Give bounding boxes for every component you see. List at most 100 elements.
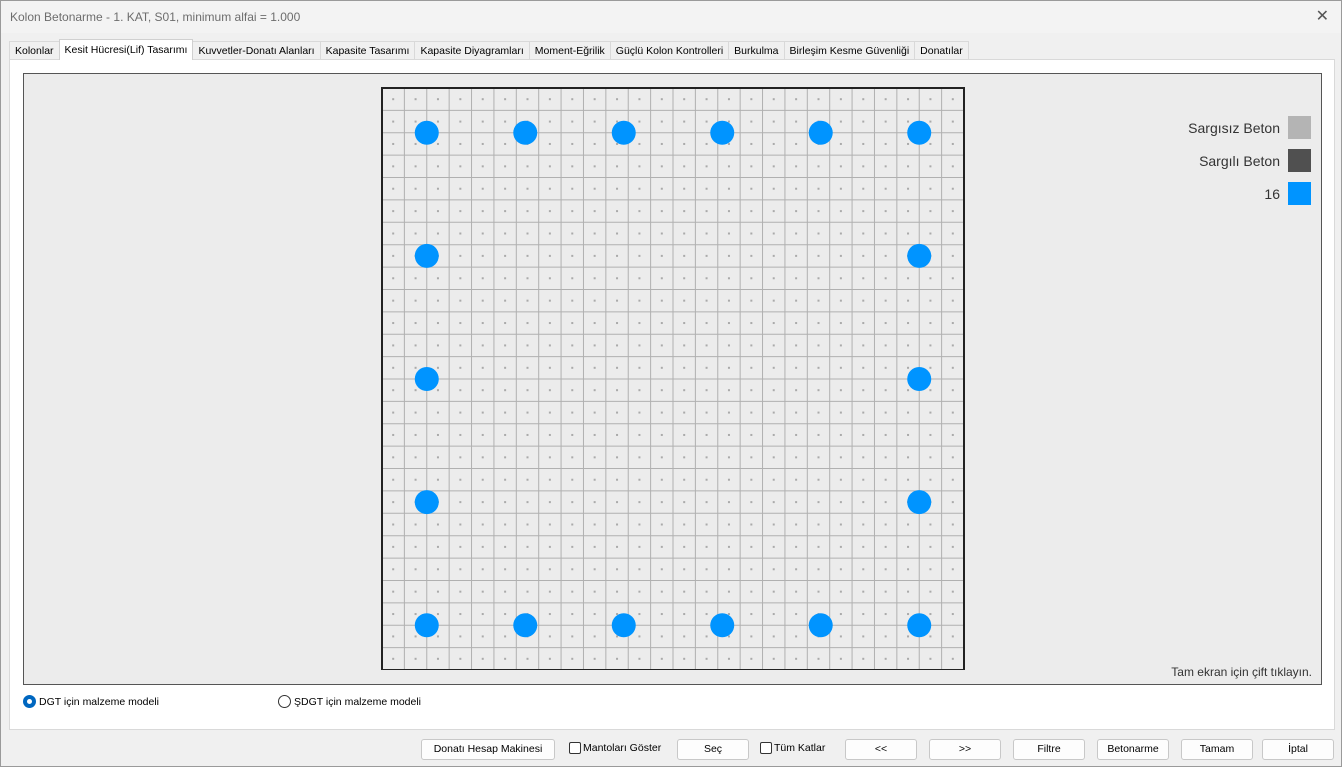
fiber-point xyxy=(660,187,663,190)
fiber-point xyxy=(839,344,842,347)
fiber-point xyxy=(616,478,619,481)
fiber-point xyxy=(839,433,842,436)
fiber-point xyxy=(459,98,462,101)
fiber-point xyxy=(548,187,551,190)
fiber-point xyxy=(571,366,574,369)
fiber-point xyxy=(548,142,551,145)
fiber-point xyxy=(772,411,775,414)
fiber-point xyxy=(548,411,551,414)
fiber-point xyxy=(884,501,887,504)
tab-item[interactable]: Burkulma xyxy=(728,41,785,60)
fiber-point xyxy=(526,344,529,347)
fiber-point xyxy=(817,545,820,548)
close-icon[interactable]: ✕ xyxy=(1316,6,1329,26)
tab-item[interactable]: Güçlü Kolon Kontrolleri xyxy=(609,41,730,60)
all-floors-checkbox[interactable]: Tüm Katlar xyxy=(760,742,825,754)
fiber-point xyxy=(436,613,439,616)
fiber-point xyxy=(414,411,417,414)
fiber-point xyxy=(750,411,753,414)
rebar xyxy=(611,120,636,145)
fiber-point xyxy=(526,254,529,257)
fiber-point xyxy=(683,366,686,369)
fiber-point xyxy=(392,456,395,459)
fiber-point xyxy=(436,142,439,145)
fiber-point xyxy=(616,254,619,257)
fiber-point xyxy=(862,299,865,302)
next-button[interactable]: >> xyxy=(929,739,1001,760)
ok-button[interactable]: Tamam xyxy=(1181,739,1253,760)
radio-button[interactable] xyxy=(278,695,291,708)
rebar xyxy=(808,120,833,145)
checkbox[interactable] xyxy=(569,742,581,754)
fiber-point xyxy=(436,210,439,213)
fiber-point xyxy=(951,366,954,369)
select-button[interactable]: Seç xyxy=(677,739,749,760)
fiber-point xyxy=(862,478,865,481)
show-jackets-checkbox[interactable]: Mantoları Göster xyxy=(569,742,661,754)
fiber-point xyxy=(727,322,730,325)
fiber-point xyxy=(817,568,820,571)
fiber-point xyxy=(817,277,820,280)
fiber-point xyxy=(571,277,574,280)
rebar-calculator-button[interactable]: Donatı Hesap Makinesi xyxy=(421,739,555,760)
radio-sdgt[interactable]: ŞDGT için malzeme modeli xyxy=(278,695,421,708)
radio-dgt[interactable]: DGT için malzeme modeli xyxy=(23,695,159,708)
fiber-point xyxy=(929,635,932,638)
fiber-point xyxy=(683,210,686,213)
fiber-point xyxy=(750,545,753,548)
cancel-button[interactable]: İptal xyxy=(1262,739,1334,760)
fiber-point xyxy=(951,389,954,392)
radio-button[interactable] xyxy=(23,695,36,708)
tab-item[interactable]: Moment-Eğrilik xyxy=(528,41,611,60)
filter-button[interactable]: Filtre xyxy=(1013,739,1085,760)
fiber-point xyxy=(929,165,932,168)
fiber-point xyxy=(884,254,887,257)
tab-item[interactable]: Donatılar xyxy=(914,41,969,60)
fiber-point xyxy=(862,389,865,392)
fiber-point xyxy=(750,366,753,369)
fiber-point xyxy=(638,142,641,145)
fiber-point xyxy=(907,433,910,436)
previous-button[interactable]: << xyxy=(845,739,917,760)
legend-confined: Sargılı Beton xyxy=(1199,149,1311,172)
fiber-point xyxy=(705,590,708,593)
tab-item[interactable]: Kuvvetler-Donatı Alanları xyxy=(192,41,321,60)
fiber-point xyxy=(660,254,663,257)
fiber-point xyxy=(683,187,686,190)
fiber-point xyxy=(705,433,708,436)
fiber-point xyxy=(526,98,529,101)
tab-item[interactable]: Kolonlar xyxy=(9,41,60,60)
tab-item[interactable]: Birleşim Kesme Güvenliği xyxy=(783,41,916,60)
rebar xyxy=(513,120,538,145)
fiber-point xyxy=(414,523,417,526)
fiber-point xyxy=(795,344,798,347)
fiber-point xyxy=(795,299,798,302)
tab-item[interactable]: Kapasite Diyagramları xyxy=(414,41,530,60)
fiber-point xyxy=(951,501,954,504)
section-canvas[interactable]: Sargısız Beton Sargılı Beton 16 Tam ekra… xyxy=(23,73,1322,685)
fiber-point xyxy=(459,299,462,302)
concrete-button[interactable]: Betonarme xyxy=(1097,739,1169,760)
fiber-point xyxy=(660,545,663,548)
fiber-point xyxy=(504,433,507,436)
fiber-point xyxy=(504,478,507,481)
fiber-point xyxy=(907,478,910,481)
fiber-point xyxy=(504,277,507,280)
fiber-point xyxy=(929,568,932,571)
checkbox[interactable] xyxy=(760,742,772,754)
fiber-point xyxy=(548,456,551,459)
tab-item[interactable]: Kapasite Tasarımı xyxy=(319,41,416,60)
fiber-point xyxy=(392,299,395,302)
fiber-point xyxy=(638,501,641,504)
fiber-point xyxy=(436,389,439,392)
fiber-point xyxy=(727,590,730,593)
fiber-point xyxy=(504,120,507,123)
fiber-point xyxy=(750,277,753,280)
fiber-point xyxy=(951,433,954,436)
fiber-point xyxy=(750,120,753,123)
fiber-point xyxy=(481,657,484,660)
fiber-point xyxy=(929,232,932,235)
fiber-point xyxy=(772,590,775,593)
tab-item[interactable]: Kesit Hücresi(Lif) Tasarımı xyxy=(58,39,194,60)
fiber-point xyxy=(705,456,708,459)
